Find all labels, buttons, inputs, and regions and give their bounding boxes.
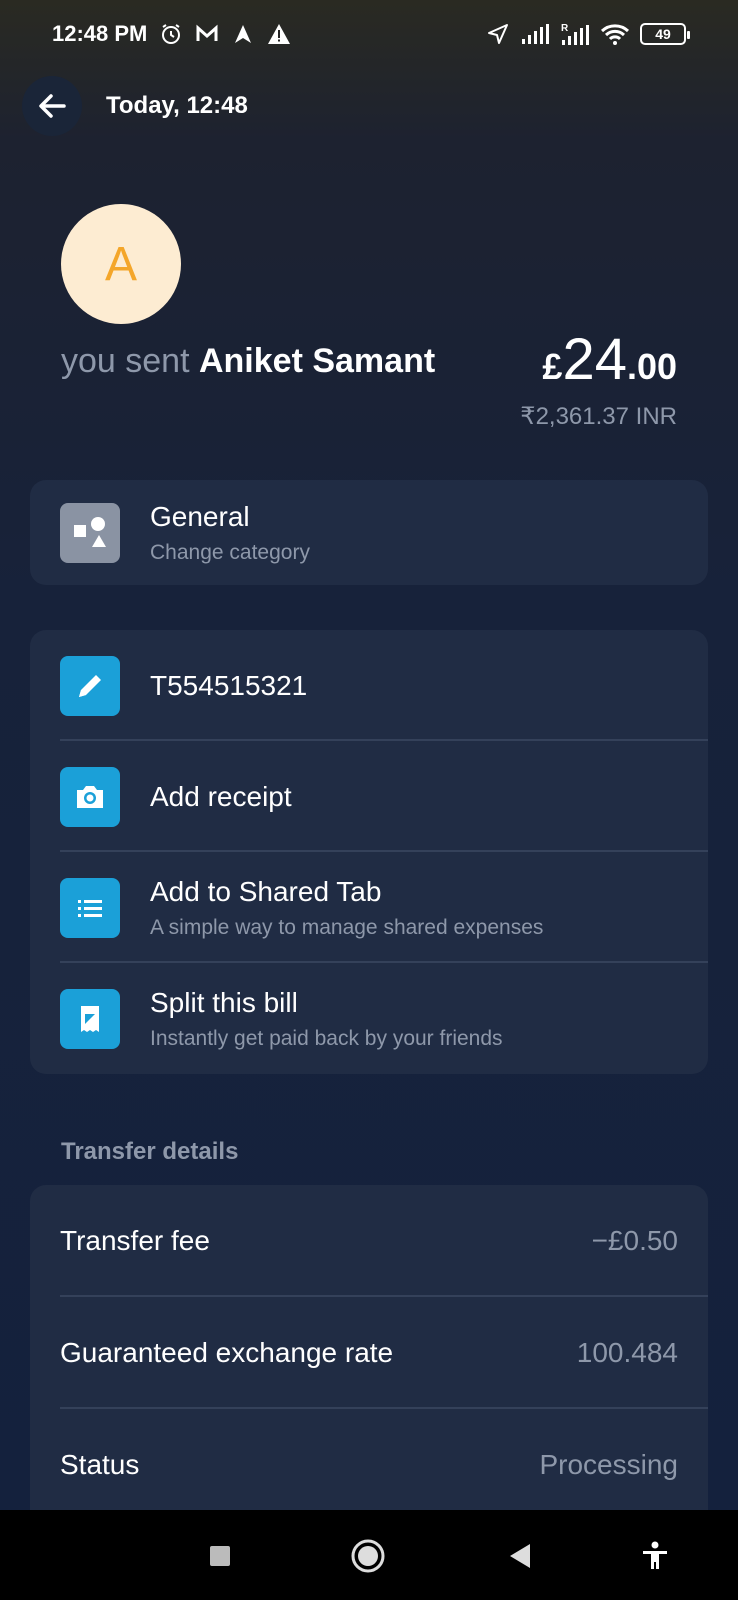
status-time: 12:48 PM	[52, 21, 148, 46]
amount-whole: 24	[562, 327, 627, 392]
alarm-icon	[159, 22, 183, 46]
category-row[interactable]: General Change category	[30, 480, 708, 585]
recipient-line: you sent Aniket Samant	[61, 342, 435, 381]
home-button[interactable]	[350, 1538, 386, 1574]
camera-icon	[60, 766, 120, 827]
recipient-name: Aniket Samant	[198, 342, 436, 380]
detail-value: Processing	[539, 1449, 678, 1480]
signal-icon	[520, 22, 550, 46]
reference-title: T554515321	[150, 669, 308, 701]
battery-level: 49	[655, 26, 671, 42]
wifi-icon	[600, 22, 630, 46]
triangle-back-icon	[510, 1544, 530, 1568]
receipt-icon	[60, 988, 120, 1049]
sent-prefix: you sent	[61, 342, 199, 380]
signal-roaming-icon: R	[560, 22, 590, 46]
accessibility-icon	[643, 1541, 667, 1569]
circle-icon	[351, 1539, 385, 1573]
back-button[interactable]	[22, 76, 82, 136]
category-subtitle: Change category	[150, 540, 310, 564]
amount-currency: £	[542, 346, 563, 387]
battery-icon: 49	[640, 23, 690, 45]
detail-label: Guaranteed exchange rate	[60, 1337, 394, 1368]
transfer-details-title: Transfer details	[61, 1138, 239, 1165]
header: Today, 12:48	[22, 76, 248, 136]
arrow-left-icon	[39, 94, 66, 118]
list-icon	[60, 877, 120, 938]
accessibility-button[interactable]	[637, 1538, 673, 1574]
location-icon	[486, 22, 510, 46]
arrow-up-icon	[231, 22, 255, 46]
exchange-rate-row: Guaranteed exchange rate 100.484	[30, 1297, 708, 1409]
square-icon	[210, 1546, 230, 1566]
actions-card: T554515321 Add receipt Add to Shared Tab…	[30, 630, 708, 1074]
recents-button[interactable]	[202, 1538, 238, 1574]
detail-label: Status	[60, 1449, 140, 1480]
split-bill-subtitle: Instantly get paid back by your friends	[150, 1026, 503, 1050]
split-bill-title: Split this bill	[150, 986, 298, 1018]
split-bill-row[interactable]: Split this bill Instantly get paid back …	[30, 963, 708, 1074]
amount: £ 24 .00	[542, 326, 677, 393]
detail-label: Transfer fee	[60, 1225, 210, 1256]
status-bar: 12:48 PM R 49	[0, 0, 738, 68]
navigation-bar	[0, 1510, 738, 1600]
page-title: Today, 12:48	[106, 92, 248, 119]
converted-amount: ₹2,361.37 INR	[520, 403, 677, 430]
avatar: A	[61, 204, 181, 324]
shared-tab-title: Add to Shared Tab	[150, 875, 382, 907]
detail-value: 100.484	[576, 1337, 678, 1368]
shared-tab-subtitle: A simple way to manage shared expenses	[150, 915, 544, 939]
add-receipt-title: Add receipt	[150, 780, 292, 812]
detail-value: −£0.50	[591, 1225, 678, 1256]
back-nav-button[interactable]	[502, 1538, 538, 1574]
status-row: Status Processing	[30, 1409, 708, 1521]
add-receipt-row[interactable]: Add receipt	[30, 741, 708, 852]
transfer-details-card: Transfer fee −£0.50 Guaranteed exchange …	[30, 1185, 708, 1525]
shapes-icon	[60, 502, 120, 563]
pencil-icon	[60, 655, 120, 716]
warning-icon	[267, 22, 291, 46]
amount-decimal: .00	[626, 346, 677, 387]
svg-text:R: R	[561, 23, 569, 34]
reference-row[interactable]: T554515321	[30, 630, 708, 741]
shared-tab-row[interactable]: Add to Shared Tab A simple way to manage…	[30, 852, 708, 963]
category-title: General	[150, 500, 250, 532]
m-icon	[195, 22, 219, 46]
transfer-fee-row: Transfer fee −£0.50	[30, 1185, 708, 1297]
category-card[interactable]: General Change category	[30, 480, 708, 585]
